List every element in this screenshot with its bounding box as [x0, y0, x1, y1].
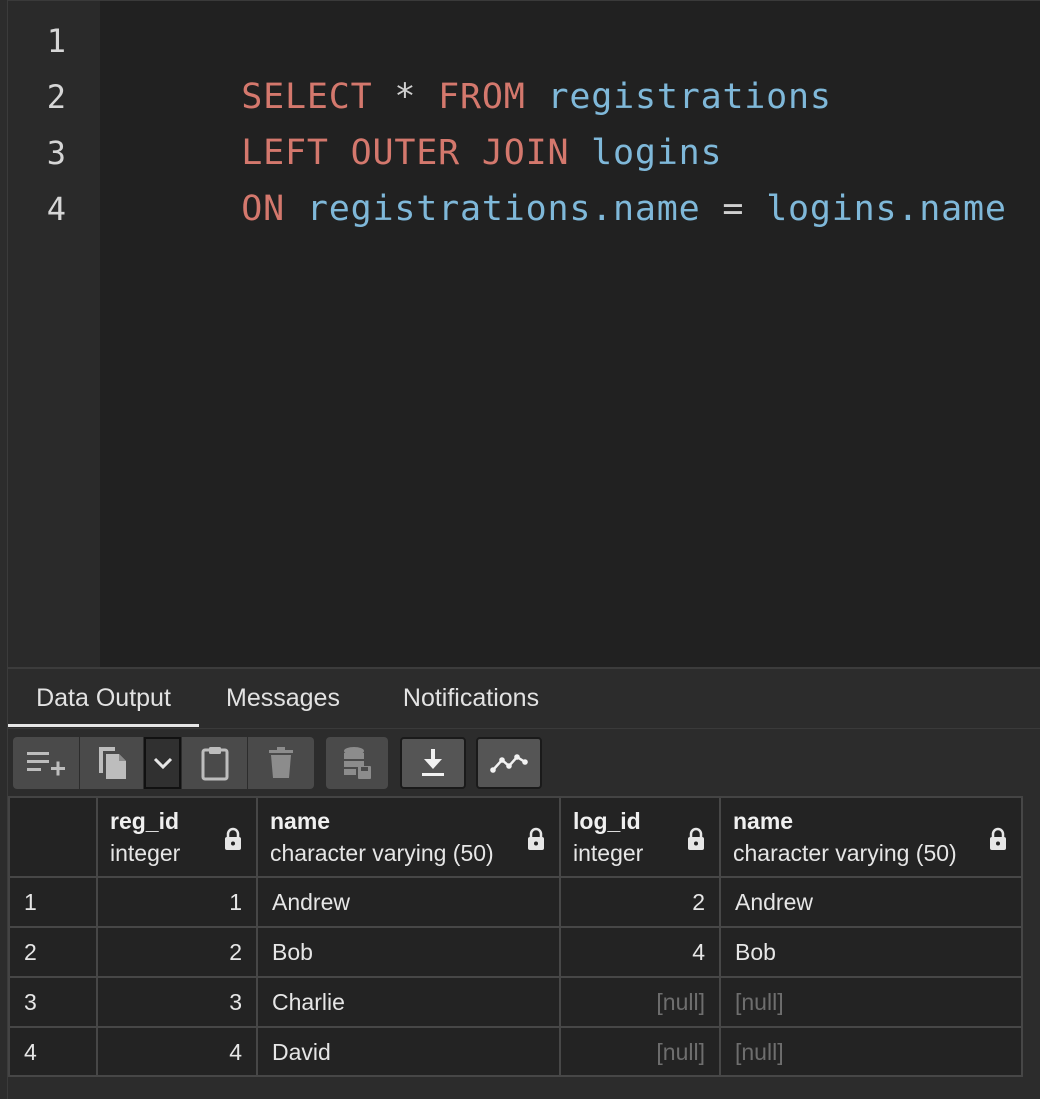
status-strip	[8, 1077, 1040, 1099]
graph-button[interactable]	[476, 737, 542, 789]
column-header[interactable]: log_id integer	[561, 798, 721, 878]
grid-cell[interactable]: 3	[98, 978, 258, 1028]
copy-options-dropdown[interactable]	[144, 737, 181, 789]
line-number: 4	[46, 190, 66, 228]
sql-editor[interactable]: 1 2 3 4 SELECT * FROM registrations LEFT…	[8, 0, 1040, 667]
code-line-1[interactable]: SELECT * FROM registrations	[110, 13, 832, 117]
delete-icon	[269, 747, 293, 778]
grid-cell-null[interactable]: [null]	[561, 978, 721, 1028]
tab-messages[interactable]: Messages	[203, 669, 363, 727]
save-data-icon	[344, 747, 371, 779]
column-name: log_id	[573, 808, 641, 834]
sql-operator: =	[700, 189, 767, 229]
column-type: character varying (50)	[733, 840, 957, 866]
paste-button[interactable]	[182, 737, 247, 789]
query-tool: 1 2 3 4 SELECT * FROM registrations LEFT…	[0, 0, 1040, 1099]
row-number[interactable]: 2	[10, 928, 98, 978]
column-type: integer	[110, 840, 181, 866]
results-grid: reg_id integer name character varying (5…	[8, 796, 1023, 1077]
row-number[interactable]: 3	[10, 978, 98, 1028]
line-number: 2	[46, 78, 66, 116]
paste-icon	[201, 747, 228, 781]
add-row-icon	[27, 752, 65, 776]
save-data-button[interactable]	[326, 737, 388, 789]
lock-icon	[688, 827, 704, 850]
download-button[interactable]	[400, 737, 466, 789]
sql-identifier: logins.name	[766, 189, 1007, 229]
column-header[interactable]: name character varying (50)	[721, 798, 1023, 878]
code-line-3[interactable]: ON registrations.name = logins.name	[110, 125, 1007, 229]
grid-cell[interactable]: 1	[98, 878, 258, 928]
data-toolbar	[8, 729, 1040, 796]
column-type: character varying (50)	[270, 840, 494, 866]
left-border	[0, 0, 8, 1099]
copy-button[interactable]	[80, 737, 143, 789]
chevron-down-icon	[153, 757, 172, 770]
grid-cell-null[interactable]: [null]	[721, 978, 1023, 1028]
delete-button[interactable]	[248, 737, 314, 789]
column-header[interactable]: name character varying (50)	[258, 798, 561, 878]
line-number: 1	[46, 22, 66, 60]
column-name: name	[270, 808, 331, 834]
lock-icon	[990, 827, 1006, 850]
column-name: name	[733, 808, 794, 834]
grid-cell[interactable]: David	[258, 1028, 561, 1077]
grid-cell[interactable]: 4	[561, 928, 721, 978]
grid-cell[interactable]: 2	[561, 878, 721, 928]
sql-identifier: registrations.name	[284, 189, 701, 229]
column-name: reg_id	[110, 808, 180, 834]
copy-icon	[98, 747, 126, 779]
grid-cell[interactable]: 2	[98, 928, 258, 978]
code-line-2[interactable]: LEFT OUTER JOIN logins	[110, 69, 722, 173]
output-tabs: Data Output Messages Notifications	[8, 669, 1040, 729]
download-icon	[422, 749, 444, 776]
lock-icon	[528, 827, 544, 850]
graph-icon	[490, 754, 528, 773]
column-type: integer	[573, 840, 644, 866]
add-row-button[interactable]	[13, 737, 79, 789]
grid-corner[interactable]	[10, 798, 98, 878]
sql-keyword: ON	[241, 189, 285, 229]
row-number[interactable]: 1	[10, 878, 98, 928]
grid-cell[interactable]: 4	[98, 1028, 258, 1077]
grid-cell[interactable]: Bob	[721, 928, 1023, 978]
tab-notifications[interactable]: Notifications	[376, 669, 566, 727]
grid-cell-null[interactable]: [null]	[561, 1028, 721, 1077]
grid-cell[interactable]: Charlie	[258, 978, 561, 1028]
grid-cell-null[interactable]: [null]	[721, 1028, 1023, 1077]
row-number[interactable]: 4	[10, 1028, 98, 1077]
tab-data-output[interactable]: Data Output	[8, 669, 199, 727]
column-header[interactable]: reg_id integer	[98, 798, 258, 878]
grid-cell[interactable]: Bob	[258, 928, 561, 978]
grid-cell[interactable]: Andrew	[721, 878, 1023, 928]
lock-icon	[225, 827, 241, 850]
line-number: 3	[46, 134, 66, 172]
grid-cell[interactable]: Andrew	[258, 878, 561, 928]
